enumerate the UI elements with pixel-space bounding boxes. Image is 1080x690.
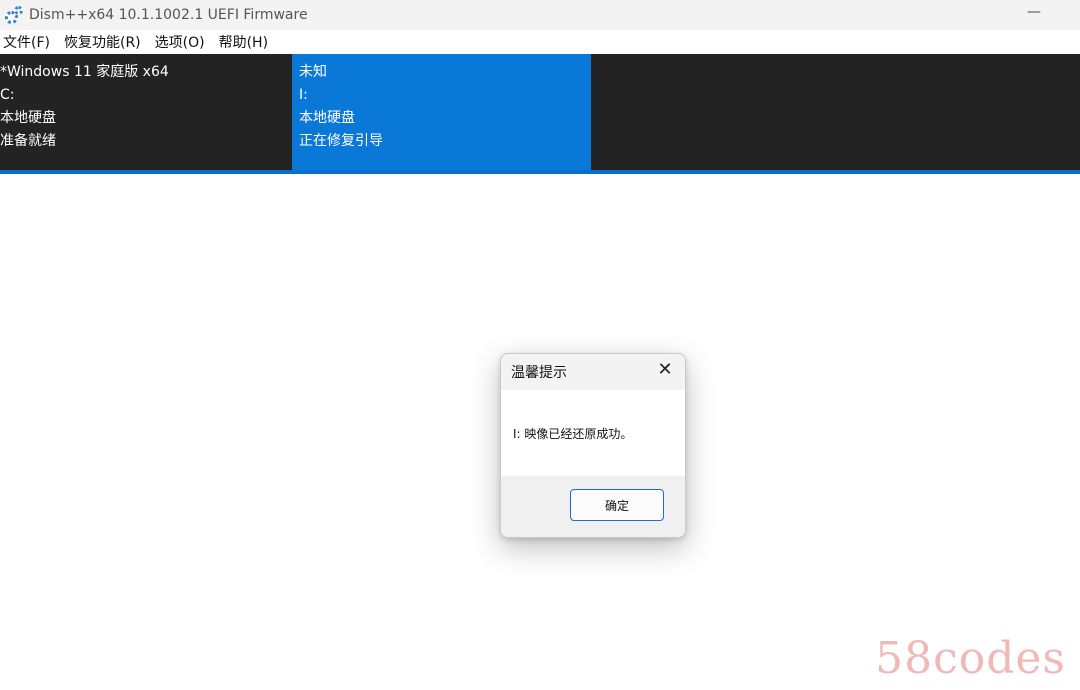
title-bar: Dism++x64 10.1.1002.1 UEFI Firmware — (0, 0, 1080, 30)
session-name: 未知 (299, 64, 327, 80)
dialog-body: I: 映像已经还原成功。 (501, 390, 685, 476)
dialog-title-bar: 温馨提示 ✕ (501, 354, 685, 390)
gear-icon (5, 6, 23, 24)
session-status: 正在修复引导 (299, 133, 383, 149)
window-title: Dism++x64 10.1.1002.1 UEFI Firmware (29, 7, 308, 23)
dialog-title: 温馨提示 (511, 365, 567, 381)
session-type: 本地硬盘 (0, 110, 56, 126)
menu-options[interactable]: 选项(O) (152, 32, 210, 52)
panel-divider (0, 170, 1080, 174)
watermark: 58codes (875, 633, 1066, 684)
close-icon[interactable]: ✕ (657, 361, 673, 379)
session-type: 本地硬盘 (299, 110, 355, 126)
menu-restore[interactable]: 恢复功能(R) (61, 32, 146, 52)
dialog-message: I: 映像已经还原成功。 (513, 426, 633, 441)
session-name: *Windows 11 家庭版 x64 (0, 64, 169, 80)
session-card-unknown[interactable]: 未知 I: 本地硬盘 正在修复引导 (292, 54, 591, 170)
dialog-footer: 确定 (501, 476, 685, 537)
minimize-button[interactable]: — (1024, 3, 1044, 23)
ok-button[interactable]: 确定 (570, 489, 664, 521)
session-panel: *Windows 11 家庭版 x64 C: 本地硬盘 准备就绪 未知 I: 本… (0, 54, 1080, 170)
session-status: 准备就绪 (0, 133, 56, 149)
session-drive: I: (299, 87, 308, 103)
menu-file[interactable]: 文件(F) (0, 32, 55, 52)
session-card-windows11[interactable]: *Windows 11 家庭版 x64 C: 本地硬盘 准备就绪 (0, 54, 292, 170)
menu-bar: 文件(F) 恢复功能(R) 选项(O) 帮助(H) (0, 30, 1080, 54)
menu-help[interactable]: 帮助(H) (216, 32, 273, 52)
message-dialog: 温馨提示 ✕ I: 映像已经还原成功。 确定 (500, 353, 686, 538)
session-drive: C: (0, 87, 15, 103)
